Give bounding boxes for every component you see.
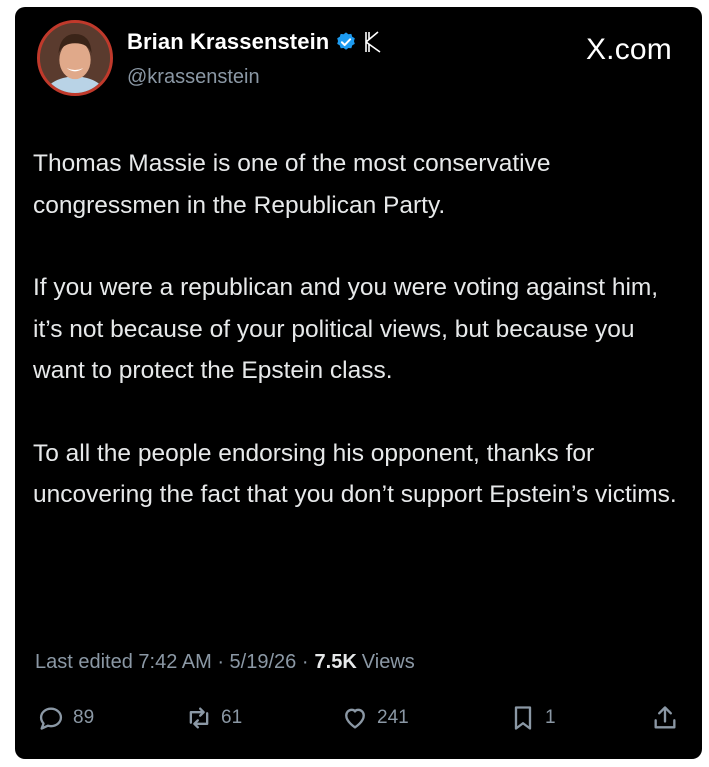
- reply-icon: [39, 707, 63, 730]
- bookmark-count: 1: [545, 707, 556, 728]
- repost-icon: [189, 707, 209, 729]
- reply-button[interactable]: 89: [37, 704, 94, 732]
- tweet-paragraph: Thomas Massie is one of the most conserv…: [33, 150, 551, 219]
- bookmark-button[interactable]: 1: [509, 704, 556, 732]
- like-button[interactable]: 241: [341, 704, 409, 732]
- display-name[interactable]: Brian Krassenstein: [127, 29, 329, 55]
- tweet-card: Brian Krassenstein @krassenstein X.com T…: [15, 7, 702, 759]
- repost-button[interactable]: 61: [185, 704, 242, 732]
- tweet-paragraph: If you were a republican and you were vo…: [33, 274, 659, 384]
- tweet-text: Thomas Massie is one of the most conserv…: [33, 143, 693, 557]
- share-button[interactable]: [651, 704, 679, 732]
- views-label: Views: [361, 651, 415, 673]
- avatar[interactable]: [37, 20, 113, 96]
- tweet-paragraph: To all the people endorsing his opponent…: [33, 439, 677, 509]
- repost-count: 61: [221, 707, 243, 728]
- username-handle[interactable]: @krassenstein: [127, 66, 260, 89]
- site-label: X.com: [585, 33, 672, 66]
- name-row: Brian Krassenstein: [127, 29, 387, 55]
- like-count: 241: [377, 707, 409, 728]
- heart-icon: [345, 708, 365, 729]
- share-icon: [654, 706, 676, 729]
- affiliate-k-icon: [361, 30, 387, 54]
- bookmark-icon: [514, 706, 532, 730]
- avatar-photo: [40, 23, 110, 93]
- action-bar: 89 61 241 1: [37, 704, 687, 734]
- views-count: 7.5K: [314, 651, 357, 673]
- tweet-meta: Last edited 7:42 AM · 5/19/26 · 7.5K Vie…: [35, 651, 415, 674]
- reply-count: 89: [73, 707, 95, 728]
- edited-timestamp[interactable]: Last edited 7:42 AM · 5/19/26 ·: [35, 651, 309, 674]
- verified-badge-icon: [337, 32, 356, 50]
